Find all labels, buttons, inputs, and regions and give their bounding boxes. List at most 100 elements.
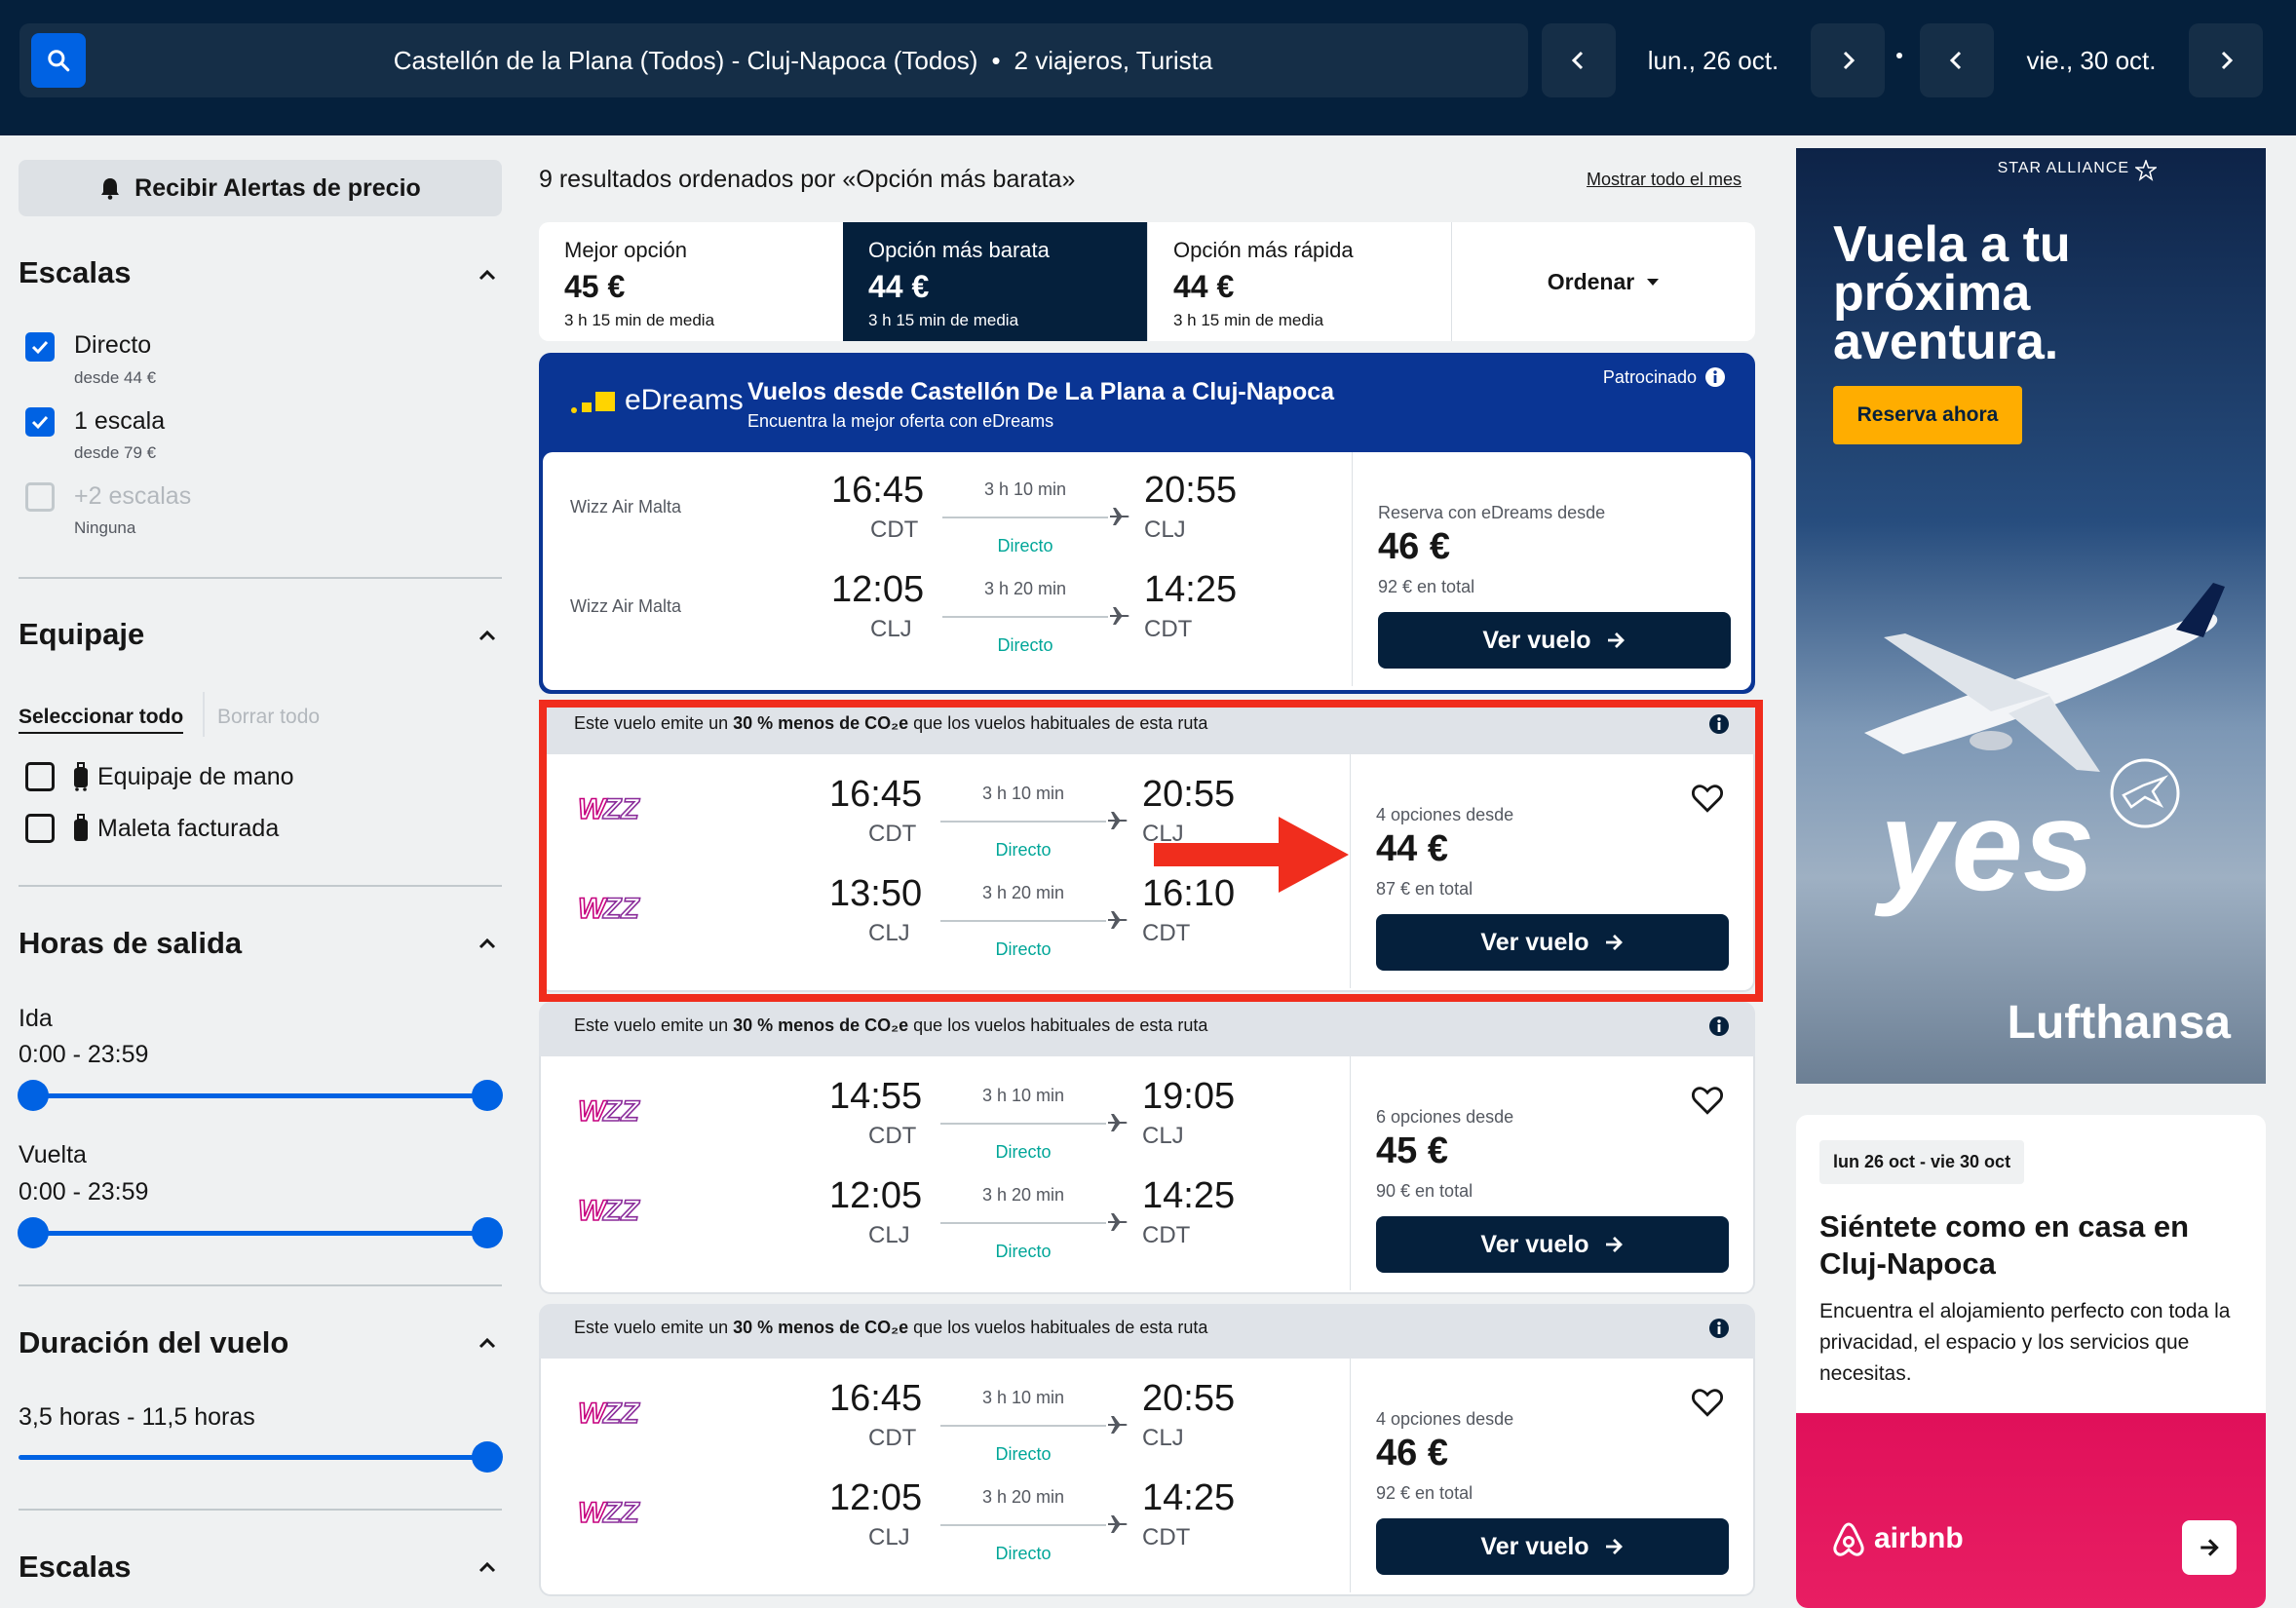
depart-next-button[interactable] bbox=[1811, 23, 1885, 97]
svg-text:ZZ: ZZ bbox=[602, 1397, 640, 1430]
price: 46 € bbox=[1376, 1433, 1448, 1474]
outbound-label: Ida bbox=[19, 1005, 53, 1032]
chevron-up-icon[interactable] bbox=[478, 626, 497, 645]
plane-icon bbox=[1108, 1114, 1128, 1131]
carry-on-label: Equipaje de mano bbox=[97, 763, 294, 790]
stops-direct-checkbox[interactable] bbox=[25, 332, 55, 362]
heart-icon[interactable] bbox=[1691, 1084, 1724, 1117]
sponsor-card: Wizz Air Malta 16:45 CDT 3 h 10 min Dire… bbox=[543, 452, 1751, 690]
co2-note: Este vuelo emite un 30 % menos de CO₂e q… bbox=[539, 1304, 1755, 1359]
chevron-up-icon[interactable] bbox=[478, 934, 497, 953]
depart-prev-button[interactable] bbox=[1542, 23, 1616, 97]
info-icon[interactable] bbox=[1708, 1015, 1730, 1037]
co2-note-bold: 30 % menos de CO₂e bbox=[733, 1318, 909, 1337]
tab-fastest[interactable]: Opción más rápida 44 € 3 h 15 min de med… bbox=[1147, 222, 1451, 341]
return-slider-max[interactable] bbox=[472, 1217, 503, 1248]
whole-month-link[interactable]: Mostrar todo el mes bbox=[1587, 170, 1741, 190]
price-alert-button[interactable]: Recibir Alertas de precio bbox=[19, 160, 502, 216]
svg-text:ZZ: ZZ bbox=[602, 1095, 640, 1128]
heart-icon[interactable] bbox=[1691, 1386, 1724, 1419]
info-icon[interactable] bbox=[1708, 1318, 1730, 1339]
arrival-airport: CDT bbox=[1144, 616, 1193, 642]
book-now-button[interactable]: Reserva ahora bbox=[1833, 386, 2022, 444]
airbnb-ad[interactable]: lun 26 oct - vie 30 oct Siéntete como en… bbox=[1796, 1115, 2266, 1608]
view-flight-button[interactable]: Ver vuelo bbox=[1376, 1518, 1729, 1575]
wizz-air-logo-icon: WZZ bbox=[577, 1496, 641, 1530]
flight-duration: 3 h 20 min bbox=[981, 1185, 1065, 1205]
arrow-right-icon bbox=[2200, 1539, 2219, 1556]
checked-bag-checkbox[interactable] bbox=[25, 814, 55, 843]
stops-title-bottom: Escalas bbox=[19, 1550, 132, 1584]
price: 45 € bbox=[1376, 1130, 1448, 1171]
route-text: Castellón de la Plana (Todos) - Cluj-Nap… bbox=[393, 45, 978, 75]
stops-two-plus-price: Ninguna bbox=[74, 518, 136, 537]
sponsored-result[interactable]: eDreams Vuelos desde Castellón De La Pla… bbox=[539, 353, 1755, 694]
chevron-up-icon[interactable] bbox=[478, 1557, 497, 1577]
tab-best[interactable]: Mejor opción 45 € 3 h 15 min de media bbox=[539, 222, 843, 341]
ad-title: Siéntete como en casa en Cluj-Napoca bbox=[1819, 1209, 2190, 1281]
chevron-right-icon bbox=[1843, 51, 1856, 70]
sort-dropdown[interactable]: Ordenar bbox=[1451, 222, 1755, 341]
chevron-up-icon[interactable] bbox=[478, 265, 497, 285]
results-count: 9 resultados ordenados por «Opción más b… bbox=[539, 166, 1076, 193]
sort-tabs: Mejor opción 45 € 3 h 15 min de media Op… bbox=[539, 222, 1755, 341]
view-flight-button[interactable]: Ver vuelo bbox=[1378, 612, 1731, 669]
route-line bbox=[940, 1123, 1106, 1125]
plane-icon bbox=[1110, 607, 1129, 625]
flight-card: W ZZ 16:45 CDT 3 h 10 min Directo 20:55 C… bbox=[539, 1359, 1755, 1596]
stops-two-plus-checkbox[interactable] bbox=[25, 482, 55, 512]
price-alert-label: Recibir Alertas de precio bbox=[134, 173, 421, 202]
tab-cheapest[interactable]: Opción más barata 44 € 3 h 15 min de med… bbox=[843, 222, 1147, 341]
select-all-link[interactable]: Seleccionar todo bbox=[19, 706, 184, 734]
stops-info: Directo bbox=[995, 1142, 1052, 1162]
route-line bbox=[940, 1524, 1106, 1526]
return-leg: Wizz Air Malta 12:05 CLJ 3 h 20 min Dire… bbox=[543, 557, 1352, 655]
times-title: Horas de salida bbox=[19, 926, 243, 960]
duration-slider-max[interactable] bbox=[472, 1441, 503, 1473]
wizz-air-logo-icon: WZZ bbox=[577, 1094, 641, 1129]
airbnb-go-button[interactable] bbox=[2182, 1520, 2237, 1575]
sponsored-label: Patrocinado bbox=[1602, 366, 1697, 387]
total-price: 90 € en total bbox=[1376, 1181, 1473, 1201]
clear-all-link[interactable]: Borrar todo bbox=[217, 706, 320, 729]
stops-one-checkbox[interactable] bbox=[25, 407, 55, 437]
departure-airport: CLJ bbox=[870, 616, 912, 642]
search-button[interactable] bbox=[31, 33, 86, 88]
carry-on-checkbox[interactable] bbox=[25, 762, 55, 791]
options-count: 6 opciones desde bbox=[1376, 1107, 1514, 1127]
return-leg: W ZZ 12:05 CLJ 3 h 20 min Directo 14:25 C… bbox=[541, 1164, 1350, 1261]
depart-date[interactable]: lun., 26 oct. bbox=[1629, 23, 1797, 97]
flight-duration: 3 h 10 min bbox=[981, 1388, 1065, 1407]
red-arrow-icon bbox=[1154, 817, 1349, 893]
bell-icon bbox=[101, 178, 120, 200]
view-flight-label: Ver vuelo bbox=[1480, 1230, 1589, 1258]
departure-airport: CDT bbox=[868, 1425, 917, 1451]
date-separator bbox=[1896, 53, 1902, 58]
divider bbox=[203, 692, 205, 737]
return-date[interactable]: vie., 30 oct. bbox=[2008, 23, 2175, 97]
lufthansa-ad[interactable]: STAR ALLIANCE Vuela a tu próxima aventur… bbox=[1796, 148, 2266, 1084]
flight-result[interactable]: Este vuelo emite un 30 % menos de CO₂e q… bbox=[539, 1002, 1755, 1294]
return-prev-button[interactable] bbox=[1920, 23, 1994, 97]
airplane-image bbox=[1864, 583, 2225, 772]
sponsored-tag[interactable]: Patrocinado bbox=[1603, 366, 1726, 388]
tab-duration: 3 h 15 min de media bbox=[868, 311, 1019, 329]
edreams-brand: eDreams bbox=[625, 384, 744, 416]
return-slider-min[interactable] bbox=[18, 1217, 49, 1248]
co2-note-text-end: que los vuelos habituales de esta ruta bbox=[908, 1318, 1208, 1337]
stops-direct-label: Directo bbox=[74, 331, 152, 359]
departure-airport: CLJ bbox=[868, 1524, 910, 1551]
view-flight-button[interactable]: Ver vuelo bbox=[1376, 1216, 1729, 1273]
flight-result[interactable]: Este vuelo emite un 30 % menos de CO₂e q… bbox=[539, 1304, 1755, 1596]
flight-duration: 3 h 10 min bbox=[983, 479, 1067, 499]
total-price: 92 € en total bbox=[1376, 1483, 1473, 1503]
ad-slogan: yes bbox=[1880, 774, 2095, 917]
price: 46 € bbox=[1378, 526, 1450, 567]
search-summary[interactable]: Castellón de la Plana (Todos) - Cluj-Nap… bbox=[19, 23, 1528, 97]
return-next-button[interactable] bbox=[2189, 23, 2263, 97]
chevron-up-icon[interactable] bbox=[478, 1333, 497, 1353]
outbound-slider-min[interactable] bbox=[18, 1080, 49, 1111]
stops-info: Directo bbox=[995, 1444, 1052, 1464]
outbound-slider-max[interactable] bbox=[472, 1080, 503, 1111]
route-line bbox=[940, 1425, 1106, 1427]
